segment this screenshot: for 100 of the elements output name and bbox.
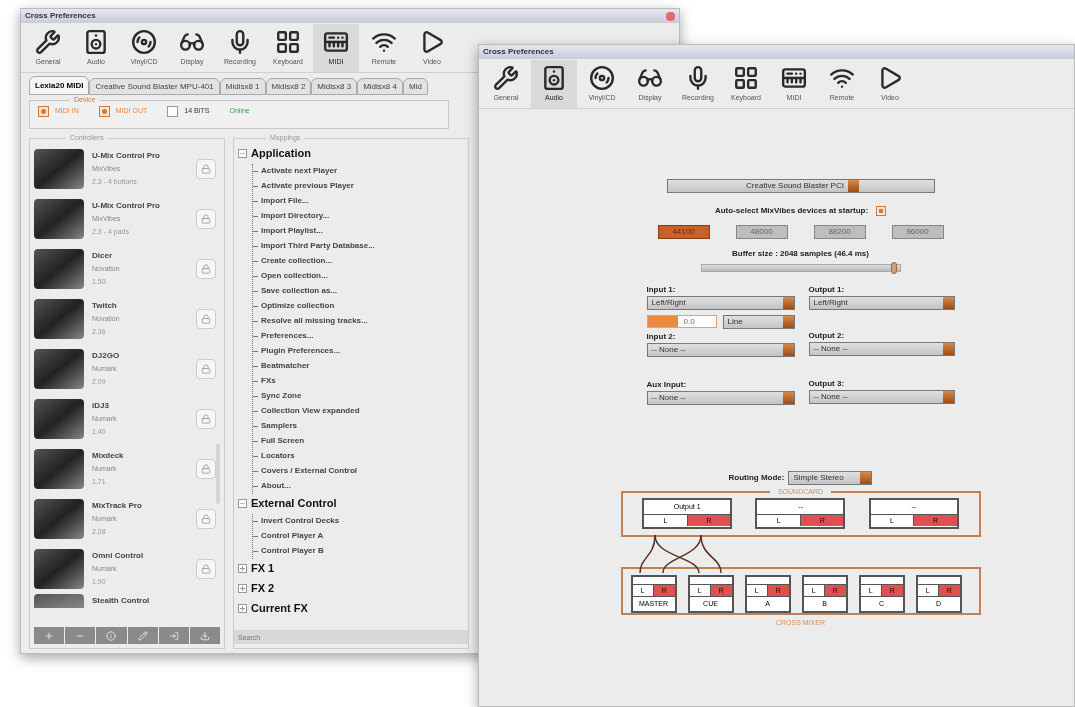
lock-button[interactable] xyxy=(196,158,216,179)
dropdown[interactable]: Line xyxy=(722,315,795,329)
field-label: Output 1: xyxy=(808,284,846,296)
tree-heading[interactable]: Application xyxy=(251,145,311,162)
lock-button[interactable] xyxy=(196,358,216,379)
lock-icon xyxy=(201,413,211,424)
lock-icon xyxy=(201,563,211,574)
list-tool-button[interactable] xyxy=(158,627,189,644)
dropdown[interactable]: -- None -- xyxy=(646,391,795,405)
tab[interactable]: Midisx8 4 xyxy=(357,78,403,95)
lock-icon xyxy=(201,513,211,524)
checkbox[interactable] xyxy=(98,105,110,117)
tree-item[interactable]: Import Third Party Database... xyxy=(258,240,375,252)
tree-item[interactable]: Sync Zone xyxy=(258,390,302,402)
lock-button[interactable] xyxy=(196,558,216,579)
tab[interactable]: Creative Sound Blaster MPU-401 xyxy=(89,78,220,95)
device-photo xyxy=(34,148,84,189)
field-label: Aux Input: xyxy=(646,379,688,391)
lock-button[interactable] xyxy=(196,408,216,429)
download-icon xyxy=(199,630,210,641)
tree-item[interactable]: Full Screen xyxy=(258,435,305,447)
keys-icon xyxy=(733,64,759,91)
tree-item[interactable]: Import Playlist... xyxy=(258,225,323,237)
checkbox[interactable] xyxy=(38,105,49,117)
tree-item[interactable]: Control Player B xyxy=(258,545,324,557)
expand-icon[interactable] xyxy=(238,564,247,573)
tree-item[interactable]: Samplers xyxy=(258,420,298,432)
tree-item[interactable]: Optimize collection xyxy=(258,300,335,312)
tree-item[interactable]: Preferences... xyxy=(258,330,314,342)
collapse-icon[interactable] xyxy=(238,499,247,508)
tree-item[interactable]: Activate previous Player xyxy=(258,180,354,192)
checkbox[interactable] xyxy=(876,206,887,216)
disc-icon xyxy=(589,64,615,91)
tree-item[interactable]: Locators xyxy=(258,450,295,462)
dropdown[interactable]: Left/Right xyxy=(808,296,955,310)
window-title: Cross Preferences xyxy=(25,10,96,22)
tree-heading[interactable]: External Control xyxy=(251,495,337,512)
slider-thumb[interactable] xyxy=(890,262,897,274)
tree-item[interactable]: Resolve all missing tracks... xyxy=(258,315,368,327)
tab[interactable]: Mid xyxy=(402,78,428,95)
controller-name: Omni Control xyxy=(92,550,145,562)
field-label: Output 3: xyxy=(808,378,846,390)
tree-item[interactable]: Plugin Preferences... xyxy=(258,345,341,357)
tree-item[interactable]: Create collection... xyxy=(258,255,333,267)
expand-icon[interactable] xyxy=(238,604,247,613)
keys-icon xyxy=(275,28,301,55)
dropdown-value: -- None -- xyxy=(812,343,849,355)
buffer-slider[interactable] xyxy=(700,264,901,272)
tree-item[interactable]: FXs xyxy=(258,375,276,387)
routing-mode-label: Routing Mode: xyxy=(728,472,785,484)
tree-item[interactable]: Beatmatcher xyxy=(258,360,310,372)
tree-heading[interactable]: FX 1 xyxy=(251,560,275,577)
routing-mode-dropdown[interactable]: Simple Stereo xyxy=(788,471,873,485)
collapse-icon[interactable] xyxy=(238,149,247,158)
close-button[interactable] xyxy=(666,11,675,21)
tree-item[interactable]: Import File... xyxy=(258,195,309,207)
device-photo xyxy=(34,298,84,339)
list-tool-button[interactable] xyxy=(65,627,96,644)
tree-item[interactable]: Save collection as... xyxy=(258,285,338,297)
lock-button[interactable] xyxy=(196,208,216,229)
tree-item[interactable]: About... xyxy=(258,480,291,492)
tab[interactable]: Midisx8 2 xyxy=(265,78,312,95)
tree-item[interactable]: Activate next Player xyxy=(258,165,338,177)
controller-name: Mixdeck xyxy=(92,450,125,462)
disc-icon xyxy=(131,28,157,55)
plus-icon xyxy=(44,630,55,641)
import-icon xyxy=(168,630,179,641)
tree-item[interactable]: Collection View expanded xyxy=(258,405,360,417)
controller-name: U-Mix Control Pro xyxy=(92,150,161,162)
tab[interactable]: Midisx8 1 xyxy=(219,78,266,95)
dropdown-value: -- None -- xyxy=(650,392,687,404)
info-icon xyxy=(106,630,117,641)
tree-item[interactable]: Open collection... xyxy=(258,270,328,282)
tree-heading[interactable]: FX 2 xyxy=(251,580,275,597)
expand-icon[interactable] xyxy=(238,584,247,593)
dropdown[interactable]: -- None -- xyxy=(646,343,795,357)
tree-item[interactable]: Covers / External Control xyxy=(258,465,358,477)
lock-button[interactable] xyxy=(196,508,216,529)
lock-button[interactable] xyxy=(196,458,216,479)
checkbox[interactable] xyxy=(167,105,179,117)
tools-icon xyxy=(493,64,519,91)
tree-item[interactable]: Import Directory... xyxy=(258,210,330,222)
list-tool-button[interactable] xyxy=(96,627,127,644)
device-dropdown[interactable]: Creative Sound Blaster PCI xyxy=(666,179,935,193)
dropdown[interactable]: -- None -- xyxy=(808,342,955,356)
lock-button[interactable] xyxy=(196,258,216,279)
list-tool-button[interactable] xyxy=(127,627,158,644)
list-tool-button[interactable] xyxy=(189,627,221,644)
tree-item[interactable]: Invert Control Decks xyxy=(258,515,340,527)
dropdown[interactable]: Left/Right xyxy=(646,296,795,310)
lock-button[interactable] xyxy=(196,308,216,329)
dropdown-value: Line xyxy=(726,316,744,328)
tab[interactable]: Midisx8 3 xyxy=(311,78,358,95)
tree-heading[interactable]: Current FX xyxy=(251,600,308,617)
tab[interactable]: Lexia20 MIDI xyxy=(29,76,90,95)
dropdown[interactable]: -- None -- xyxy=(808,390,955,404)
tree-item[interactable]: Control Player A xyxy=(258,530,324,542)
lock-icon xyxy=(201,163,211,174)
list-tool-button[interactable] xyxy=(34,627,65,644)
gain-field[interactable]: 0.0 xyxy=(646,315,717,328)
